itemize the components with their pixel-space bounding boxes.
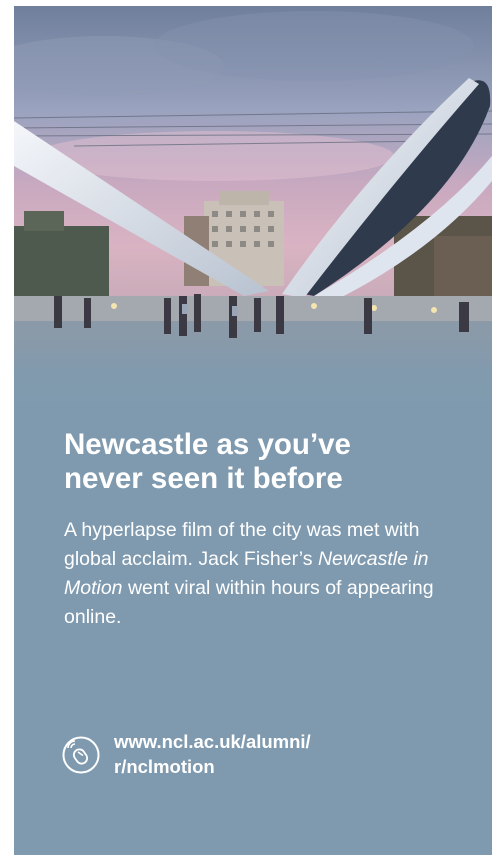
hero-photo	[14, 6, 492, 416]
link-row[interactable]: www.ncl.ac.uk/alumni/ r/nclmotion	[62, 729, 311, 779]
mouse-click-icon	[62, 736, 100, 774]
alumni-link[interactable]: www.ncl.ac.uk/alumni/ r/nclmotion	[114, 729, 311, 779]
photo-fade	[14, 336, 492, 416]
article-card: Newcastle as you’ve never seen it before…	[14, 6, 492, 855]
body-text: A hyperlapse film of the city was met wi…	[64, 516, 474, 632]
headline-line-2: never seen it before	[64, 462, 343, 495]
link-line-1: www.ncl.ac.uk/alumni/	[114, 731, 311, 752]
headline: Newcastle as you’ve never seen it before	[64, 428, 474, 496]
headline-line-1: Newcastle as you’ve	[64, 428, 351, 461]
link-line-2: r/nclmotion	[114, 756, 215, 777]
